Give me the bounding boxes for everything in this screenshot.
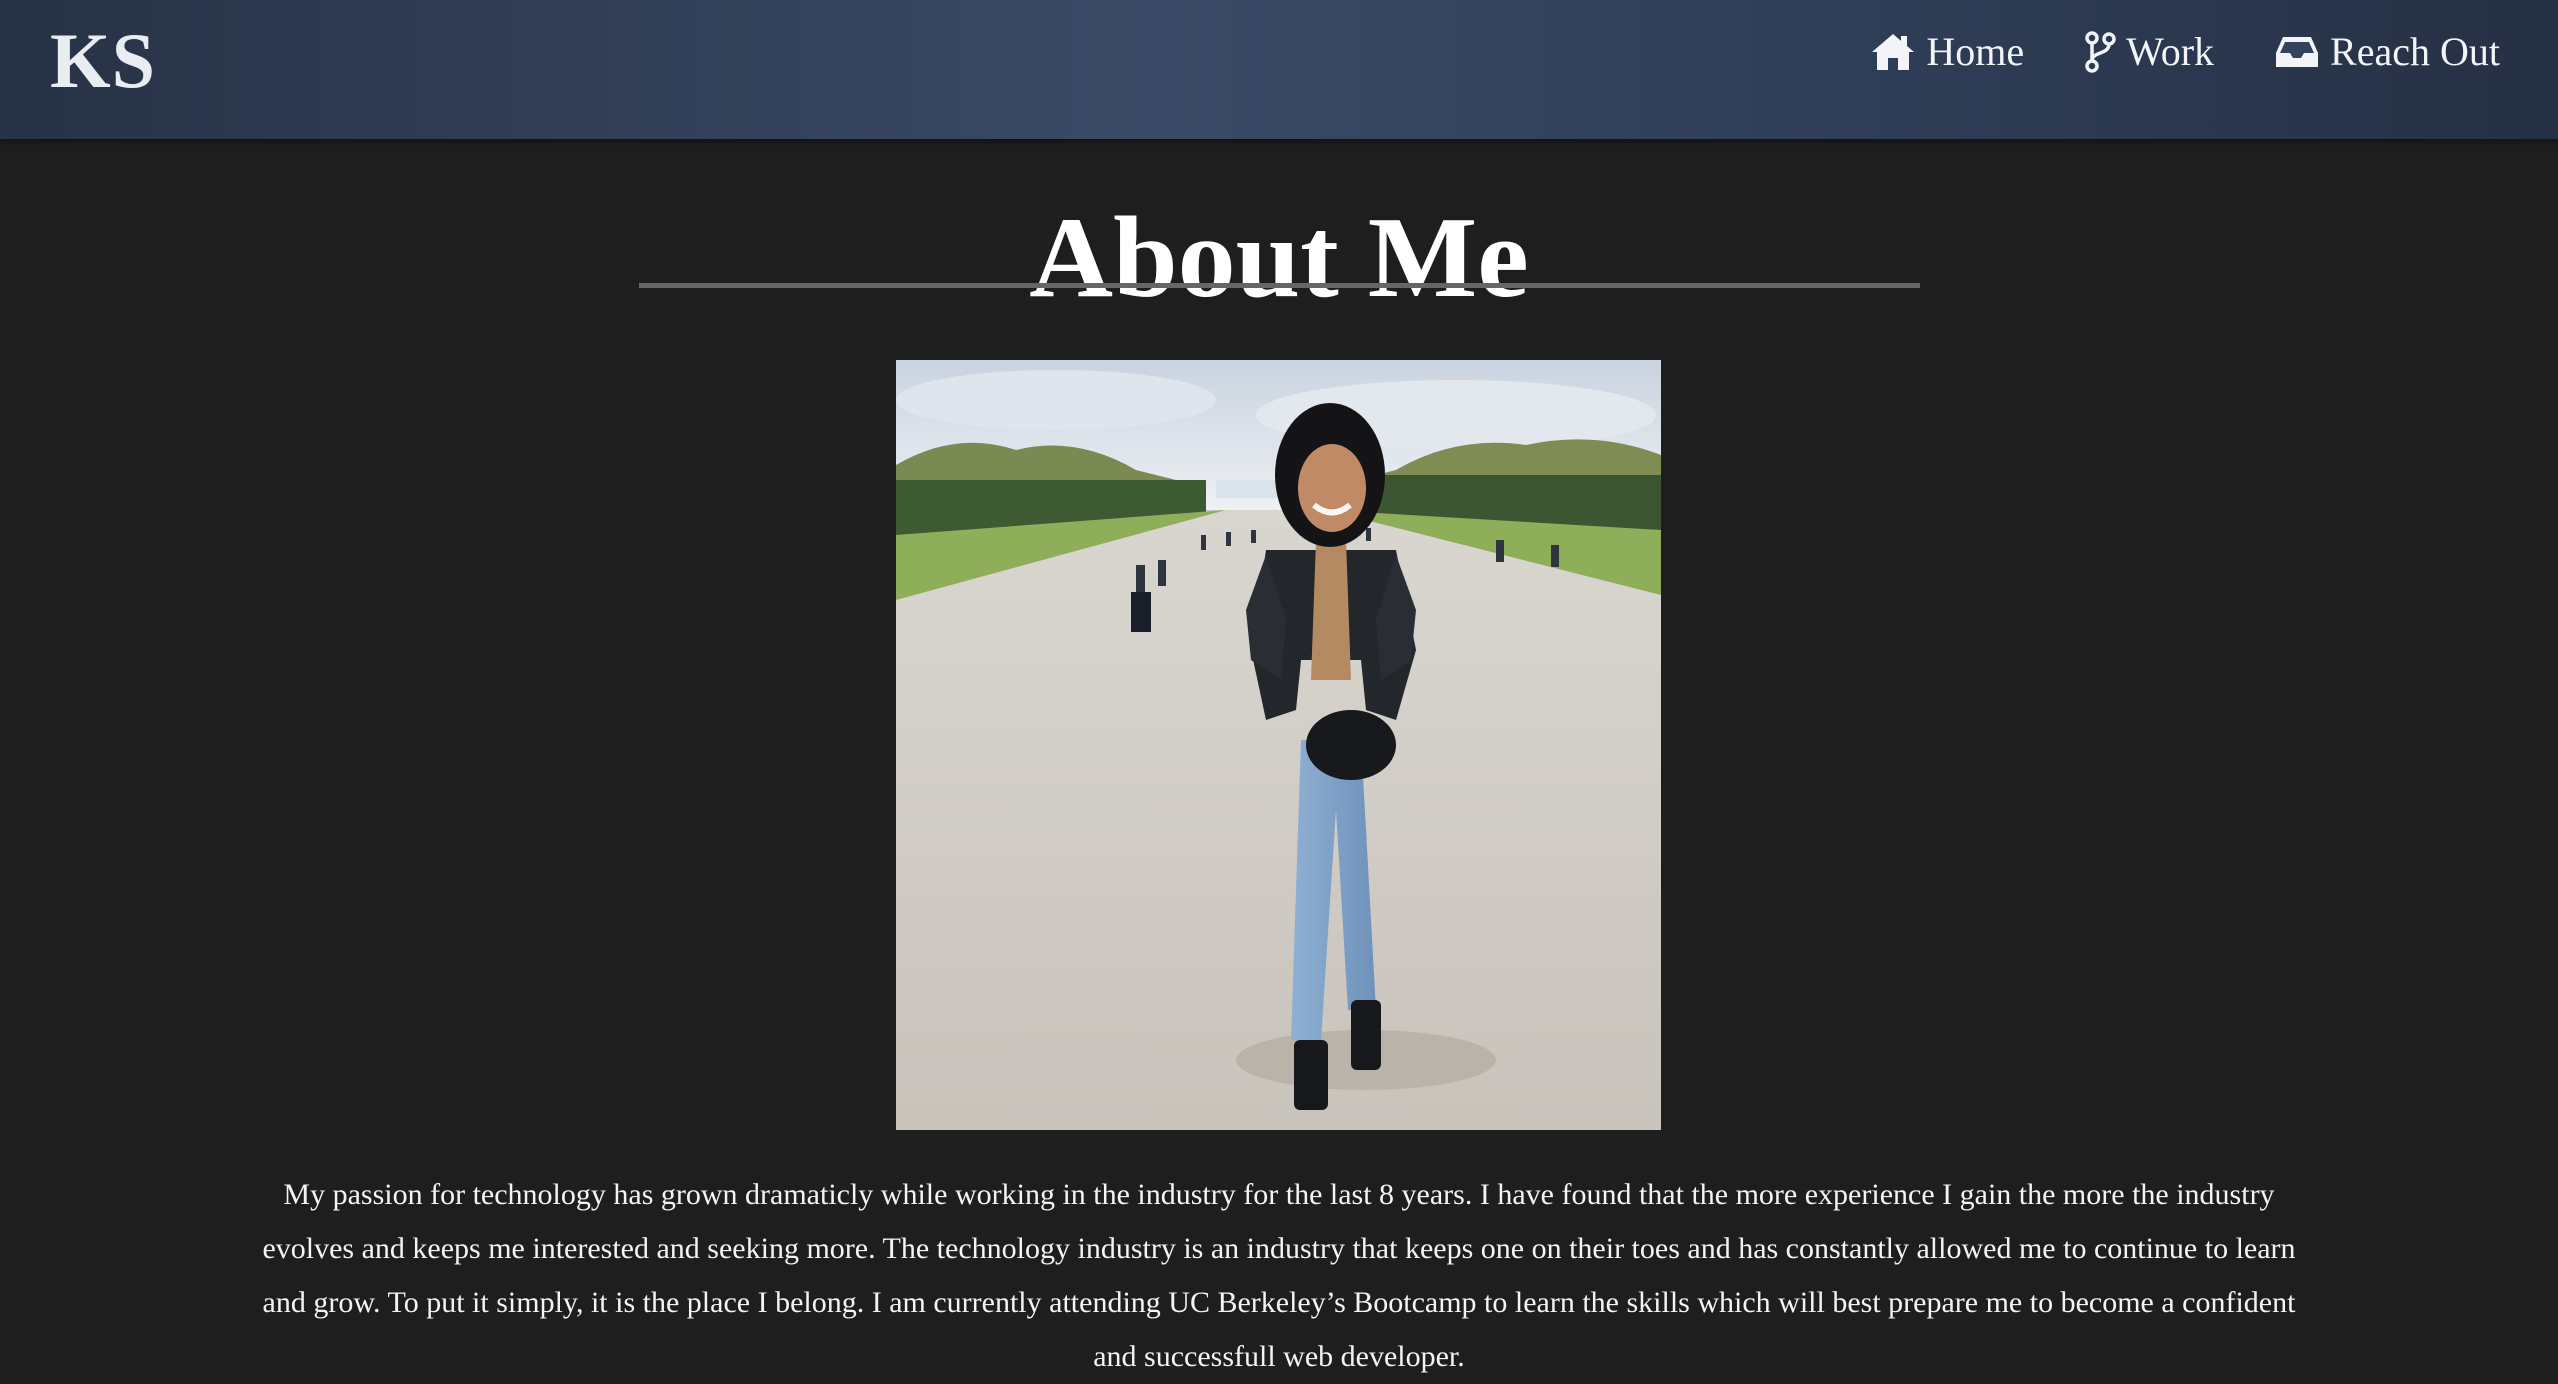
nav-link-label: Home [1926, 29, 2025, 74]
bio-text: My passion for technology has grown dram… [262, 1178, 2296, 1373]
brand-logo[interactable]: KS [50, 14, 156, 108]
navbar: KS Home Work Reach Out [0, 0, 2558, 139]
home-icon [1870, 32, 1916, 72]
nav-link-label: Reach Out [2330, 29, 2500, 74]
profile-photo [896, 360, 1661, 1130]
nav-links: Home Work Reach Out [1870, 27, 2500, 77]
title-divider [639, 283, 1920, 288]
inbox-icon [2274, 34, 2320, 70]
nav-link-work[interactable]: Work [2084, 27, 2214, 77]
git-branch-icon [2084, 31, 2116, 73]
page-title: About Me [1029, 193, 1529, 322]
nav-link-reach-out[interactable]: Reach Out [2274, 27, 2500, 77]
nav-link-label: Work [2126, 29, 2215, 74]
nav-link-home[interactable]: Home [1870, 27, 2024, 77]
